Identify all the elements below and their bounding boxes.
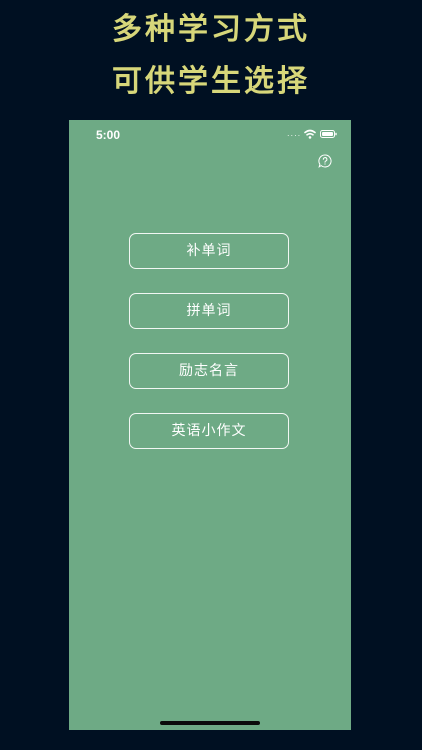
wifi-icon — [304, 129, 316, 139]
home-indicator — [160, 721, 260, 725]
battery-icon — [320, 130, 337, 138]
status-time: 5:00 — [96, 128, 121, 142]
menu-button-fill-words[interactable]: 补单词 — [129, 233, 289, 269]
help-bubble-icon[interactable] — [318, 154, 332, 168]
menu-button-english-essays[interactable]: 英语小作文 — [129, 413, 289, 449]
menu-button-motivational-quotes[interactable]: 励志名言 — [129, 353, 289, 389]
status-bar: 5:00 .... — [69, 120, 351, 148]
promo-title-line-2: 可供学生选择 — [112, 64, 310, 99]
signal-dots: .... — [287, 129, 302, 138]
promo-title-line-1: 多种学习方式 — [112, 12, 310, 47]
phone-screen: 5:00 .... 补单词 拼单词 励志名言 英语小作文 — [69, 120, 351, 730]
menu-button-spell-words[interactable]: 拼单词 — [129, 293, 289, 329]
